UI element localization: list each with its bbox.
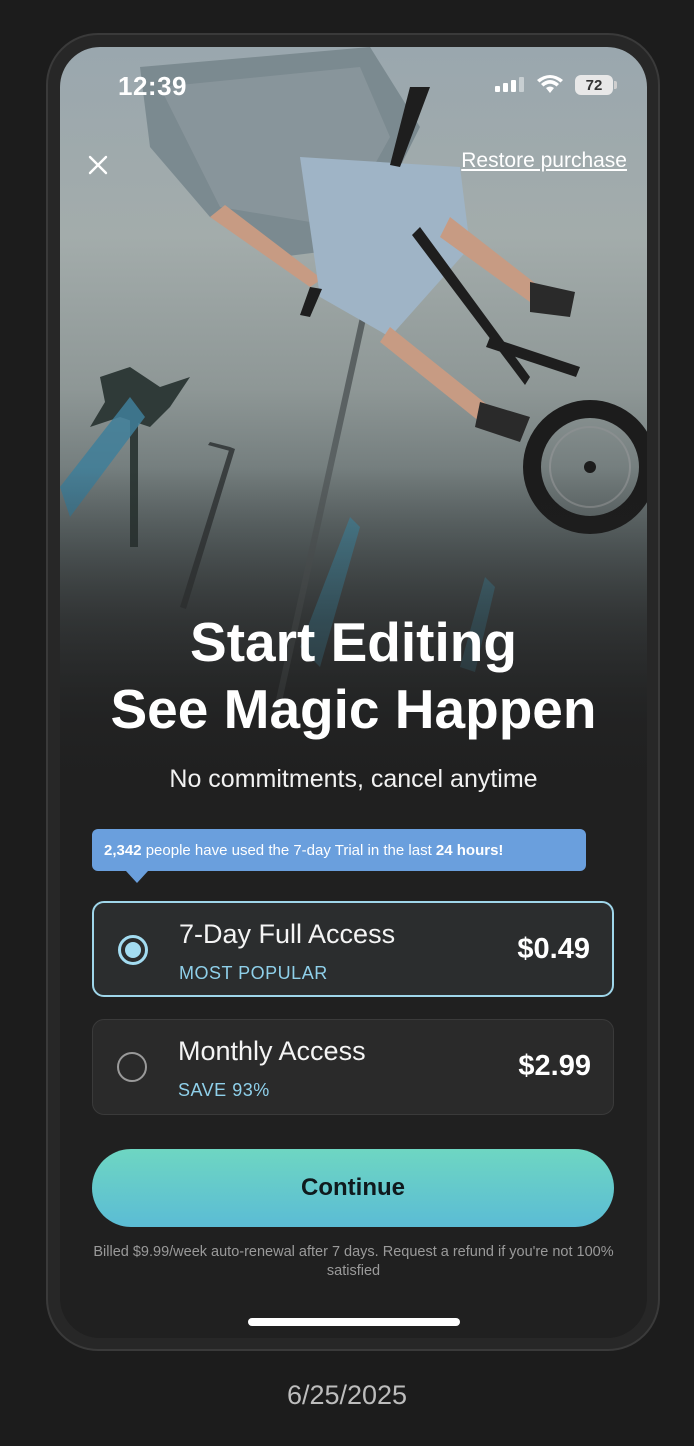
plan-option-7-day[interactable]: 7-Day Full Access MOST POPULAR $0.49 [92,901,614,997]
status-icons: 72 [495,75,617,95]
cellular-signal-icon [495,77,524,92]
banner-pointer [126,871,148,883]
billing-disclaimer: Billed $9.99/week auto-renewal after 7 d… [93,1244,614,1279]
plan-option-monthly[interactable]: Monthly Access SAVE 93% $2.99 [92,1019,614,1115]
continue-button[interactable]: Continue [92,1149,614,1227]
app-screen: 12:39 72 Restore purchase Start Editing … [60,47,647,1338]
capture-date: 6/25/2025 [286,1380,408,1410]
banner-period: 24 hours! [435,841,504,859]
plan-price: $0.49 [517,933,590,965]
battery-icon: 72 [575,75,617,95]
social-proof-banner: 2,342 people have used the 7-day Trial i… [92,829,586,871]
plan-price: $2.99 [518,1050,591,1082]
plan-tag: SAVE 93% [178,1080,270,1100]
home-indicator[interactable] [248,1318,460,1326]
restore-purchase-link[interactable]: Restore purchase [461,149,627,173]
plan-title: 7-Day Full Access [179,919,396,949]
headline-line-2: See Magic Happen [110,678,597,740]
subheadline: No commitments, cancel anytime [169,765,538,793]
radio-unselected[interactable] [117,1052,147,1082]
radio-selected[interactable] [118,935,148,965]
close-icon[interactable] [84,151,112,179]
banner-text: people have used the 7-day Trial in the … [141,841,436,859]
status-time: 12:39 [118,71,187,101]
plan-tag: MOST POPULAR [179,963,328,983]
headline-line-1: Start Editing [190,611,517,673]
wifi-icon [537,75,563,93]
plan-title: Monthly Access [178,1036,366,1066]
banner-count: 2,342 [104,841,142,859]
